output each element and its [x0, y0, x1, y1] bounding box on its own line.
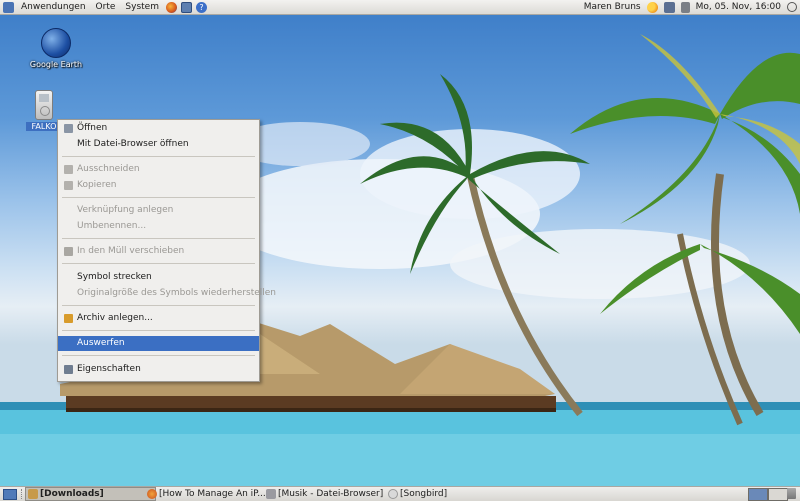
menu-separator — [62, 355, 255, 356]
clock[interactable]: Mo, 05. Nov, 16:00 — [696, 2, 781, 12]
user-name[interactable]: Maren Bruns — [584, 2, 641, 12]
menu-item-label: Umbenennen... — [77, 221, 147, 231]
menu-separator — [62, 156, 255, 157]
menu-item-restore-icon-size[interactable]: Originalgröße des Symbols wiederherstell… — [58, 286, 276, 301]
show-desktop-icon[interactable] — [3, 489, 17, 500]
network-icon[interactable] — [663, 1, 675, 13]
task-label: [Downloads] — [40, 489, 104, 499]
menu-item-properties[interactable]: Eigenschaften — [58, 362, 259, 377]
menu-item-open[interactable]: Öffnen — [58, 121, 259, 136]
open-icon — [64, 124, 73, 133]
menu-separator — [62, 263, 255, 264]
menu-item-cut[interactable]: Ausschneiden — [58, 162, 259, 177]
menu-item-label: Öffnen — [77, 123, 108, 133]
menu-item-label: Ausschneiden — [77, 164, 140, 174]
menu-item-copy[interactable]: Kopieren — [58, 178, 259, 193]
menu-item-eject[interactable]: Auswerfen — [58, 336, 259, 351]
task-songbird[interactable]: [Songbird] — [386, 488, 520, 500]
menu-item-label: Verknüpfung anlegen — [77, 205, 174, 215]
menu-item-rename[interactable]: Umbenennen... — [58, 219, 259, 234]
menu-item-label: Originalgröße des Symbols wiederherstell… — [77, 288, 277, 298]
menu-anwendungen[interactable]: Anwendungen — [16, 2, 91, 12]
google-earth-icon — [41, 28, 71, 58]
menu-item-stretch-icon[interactable]: Symbol strecken — [58, 270, 259, 285]
menu-item-make-link[interactable]: Verknüpfung anlegen — [58, 203, 259, 218]
menu-item-label: Symbol strecken — [77, 272, 152, 282]
properties-icon — [64, 365, 73, 374]
task-label: [Musik - Datei-Browser] — [278, 489, 384, 499]
top-panel-right: Maren Bruns Mo, 05. Nov, 16:00 — [581, 1, 800, 13]
trash-icon[interactable] — [787, 488, 796, 499]
task-label: [Songbird] — [400, 489, 448, 499]
menu-item-label: Archiv anlegen... — [77, 313, 153, 323]
trash-icon — [64, 247, 73, 256]
menu-separator — [62, 197, 255, 198]
menu-item-label: Mit Datei-Browser öffnen — [77, 139, 189, 149]
volume-icon[interactable] — [680, 1, 690, 13]
menu-item-label: Eigenschaften — [77, 364, 141, 374]
folder-icon — [28, 489, 38, 499]
workspace-2[interactable] — [768, 488, 788, 501]
menu-item-label: In den Müll verschieben — [77, 246, 185, 256]
menu-item-label: Kopieren — [77, 180, 117, 190]
cut-icon — [64, 165, 73, 174]
menu-item-create-archive[interactable]: Archiv anlegen... — [58, 311, 259, 326]
weather-icon[interactable] — [646, 1, 658, 13]
menu-item-label: Auswerfen — [77, 338, 125, 348]
distributor-logo-icon[interactable] — [3, 1, 14, 13]
firefox-icon — [147, 489, 157, 499]
task-file-browser[interactable]: [Musik - Datei-Browser] — [264, 488, 398, 500]
menu-orte[interactable]: Orte — [91, 2, 121, 12]
task-browser[interactable]: [How To Manage An iP... — [145, 488, 271, 500]
bottom-panel: [Downloads] [How To Manage An iP... [Mus… — [0, 486, 800, 501]
menu-system[interactable]: System — [120, 2, 164, 12]
panel-handle — [21, 489, 24, 499]
archive-icon — [64, 314, 73, 323]
power-icon[interactable] — [787, 2, 797, 12]
menu-separator — [62, 238, 255, 239]
menu-separator — [62, 330, 255, 331]
mail-icon[interactable] — [180, 1, 192, 13]
task-label: [How To Manage An iP... — [159, 489, 266, 499]
menu-item-move-to-trash[interactable]: In den Müll verschieben — [58, 244, 259, 259]
desktop-icon-label: Google Earth — [29, 60, 83, 69]
context-menu: Öffnen Mit Datei-Browser öffnen Ausschne… — [57, 119, 276, 382]
help-icon[interactable]: ? — [195, 1, 207, 13]
firefox-icon[interactable] — [165, 1, 177, 13]
top-panel: Anwendungen Orte System ? Maren Bruns Mo… — [0, 0, 800, 15]
songbird-icon — [388, 489, 398, 499]
menu-item-open-with-file-browser[interactable]: Mit Datei-Browser öffnen — [58, 137, 259, 152]
workspace-1[interactable] — [748, 488, 768, 501]
copy-icon — [64, 181, 73, 190]
task-downloads[interactable]: [Downloads] — [25, 487, 156, 501]
desktop-icon-google-earth[interactable]: Google Earth — [26, 28, 86, 69]
ipod-drive-icon — [35, 90, 53, 120]
file-browser-icon — [266, 489, 276, 499]
menu-separator — [62, 305, 255, 306]
